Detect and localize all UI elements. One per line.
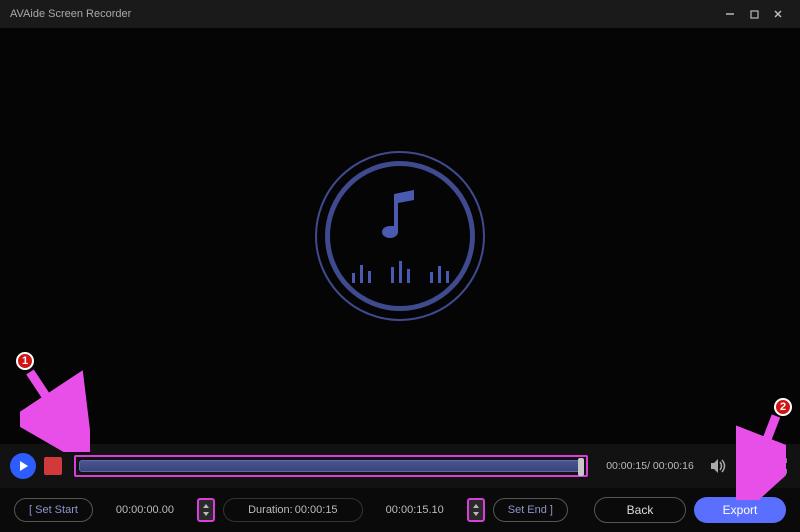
time-display: 00:00:15/ 00:00:16	[600, 460, 700, 472]
volume-icon[interactable]	[708, 458, 730, 474]
total-time: 00:00:16	[653, 460, 694, 472]
annotation-badge-1: 1	[16, 352, 34, 370]
snapshot-icon[interactable]	[738, 459, 760, 473]
close-button[interactable]	[766, 2, 790, 26]
end-time-stepper[interactable]	[467, 498, 485, 522]
play-button[interactable]	[10, 453, 36, 479]
playback-controls: 00:00:15/ 00:00:16	[0, 444, 800, 488]
end-time-field[interactable]: 00:00:15.10	[371, 498, 459, 522]
maximize-button[interactable]	[742, 2, 766, 26]
app-title: AVAide Screen Recorder	[10, 8, 131, 20]
start-time-field[interactable]: 00:00:00.00	[101, 498, 189, 522]
stop-button[interactable]	[44, 457, 62, 475]
title-bar: AVAide Screen Recorder	[0, 0, 800, 28]
current-time: 00:00:15	[606, 460, 647, 472]
audio-visual-inner	[325, 161, 475, 311]
annotation-badge-2: 2	[774, 398, 792, 416]
export-button[interactable]: Export	[694, 497, 786, 523]
equalizer-icon	[352, 259, 449, 283]
duration-value: 00:00:15	[295, 504, 338, 516]
set-end-button[interactable]: Set End ]	[493, 498, 568, 522]
start-time-stepper[interactable]	[197, 498, 215, 522]
clip-controls: [ Set Start 00:00:00.00 Duration:00:00:1…	[0, 488, 800, 532]
duration-display: Duration:00:00:15	[223, 498, 363, 522]
timeline[interactable]	[74, 455, 588, 477]
fullscreen-icon[interactable]	[768, 458, 790, 474]
minimize-button[interactable]	[718, 2, 742, 26]
audio-visual-outer	[315, 151, 485, 321]
timeline-track	[79, 460, 583, 472]
duration-label: Duration:	[248, 504, 293, 516]
preview-area	[0, 28, 800, 444]
back-button[interactable]: Back	[594, 497, 686, 523]
music-note-icon	[376, 190, 424, 249]
set-start-button[interactable]: [ Set Start	[14, 498, 93, 522]
timeline-handle[interactable]	[578, 458, 584, 476]
